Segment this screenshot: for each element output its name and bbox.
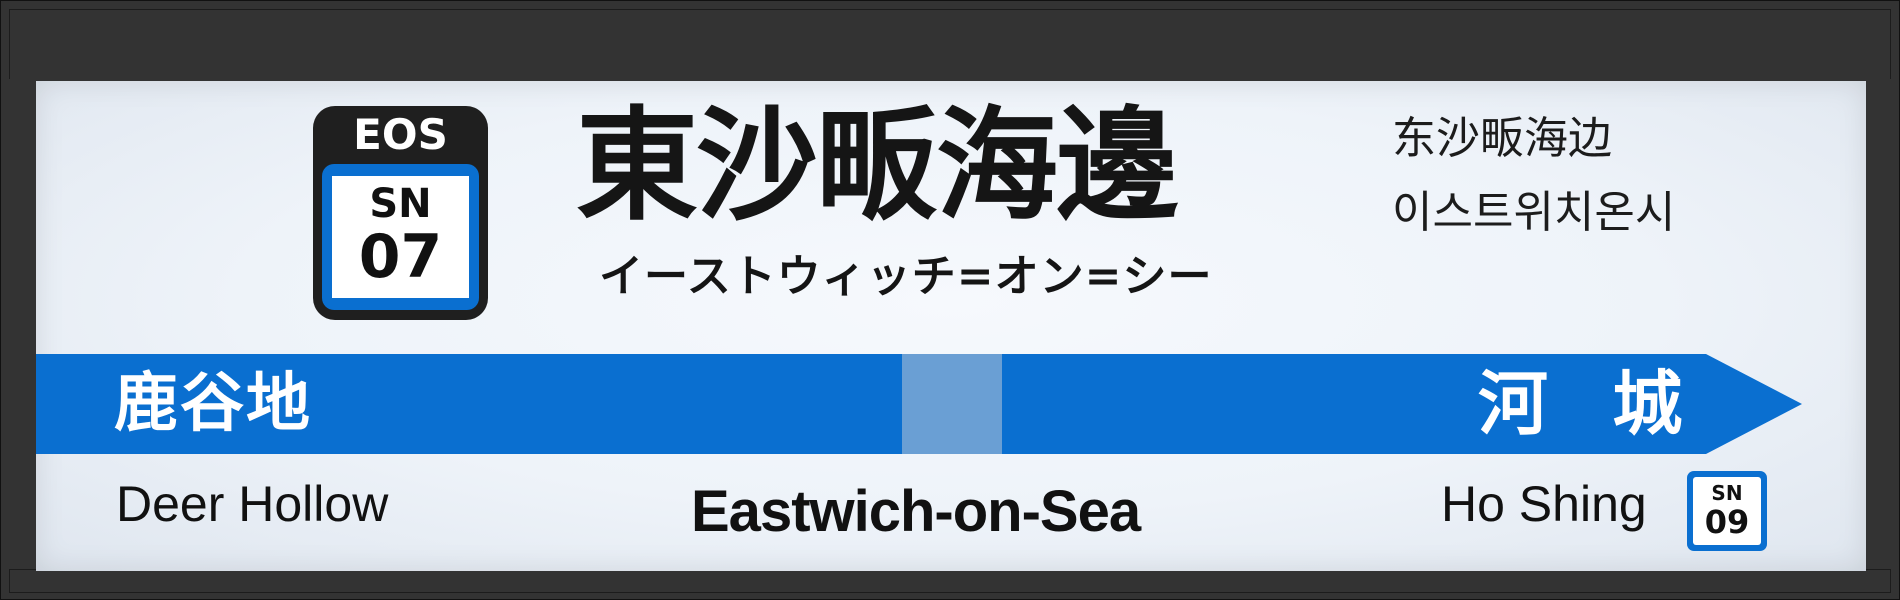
station-name-en: Eastwich-on-Sea <box>691 479 1141 544</box>
sign-frame: EOS SN 07 東沙畈海邊 イーストウィッチ=オン=シー 东沙畈海边 이스트… <box>0 0 1900 600</box>
station-name-ko: 이스트위치온시 <box>1392 187 1676 238</box>
frame-top-edge <box>9 9 1891 79</box>
next-station-ja: 河 城 <box>1478 363 1703 445</box>
previous-station-en: Deer Hollow <box>116 476 389 532</box>
badge-station-code: SN <box>369 181 432 227</box>
badge-station-number: 07 <box>358 222 443 292</box>
next-station-en: Ho Shing <box>1441 476 1647 532</box>
next-badge-station-number: 09 <box>1704 503 1750 541</box>
badge-line-code: EOS <box>353 110 448 159</box>
station-name-kana: イーストウィッチ=オン=シー <box>599 251 1213 302</box>
station-sign-panel: EOS SN 07 東沙畈海邊 イーストウィッチ=オン=シー 东沙畈海边 이스트… <box>36 81 1866 571</box>
station-name-ja: 東沙畈海邊 <box>576 95 1178 237</box>
next-badge-station-code: SN <box>1711 481 1743 505</box>
current-station-segment <box>902 354 1002 454</box>
badge-number-box: SN 07 <box>332 176 469 298</box>
station-name-zh: 东沙畈海边 <box>1392 113 1612 164</box>
station-number-badge: EOS SN 07 <box>313 106 488 320</box>
next-station-number-badge: SN 09 <box>1687 471 1767 551</box>
frame-bottom-edge <box>9 569 1891 593</box>
previous-station-ja: 鹿谷地 <box>114 367 312 441</box>
next-badge-number-box: SN 09 <box>1693 477 1761 545</box>
badge-inner-frame: SN 07 <box>322 164 479 310</box>
